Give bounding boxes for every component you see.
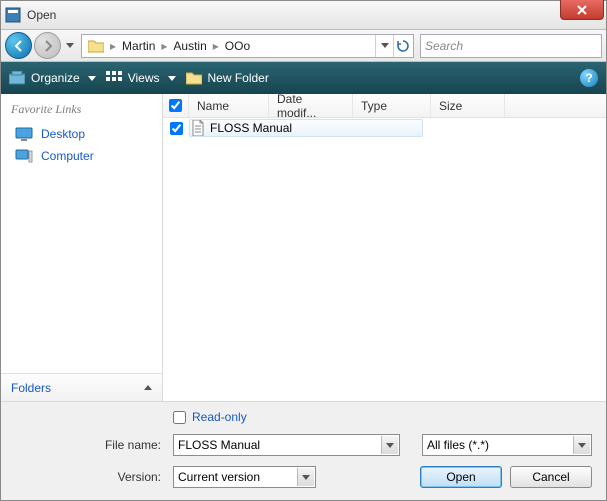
organize-icon [9, 71, 25, 85]
filename-label: File name: [15, 438, 165, 452]
footer: Read-only File name: FLOSS Manual All fi… [1, 401, 606, 500]
window-title: Open [27, 8, 56, 22]
column-type[interactable]: Type [353, 94, 431, 117]
filename-input[interactable]: FLOSS Manual [173, 434, 400, 456]
back-button[interactable] [5, 32, 32, 59]
organize-button[interactable]: Organize [9, 71, 96, 85]
new-folder-button[interactable]: New Folder [186, 71, 269, 85]
search-input[interactable]: Search [420, 34, 602, 58]
chevron-down-icon [168, 76, 176, 81]
sidebar-item-computer[interactable]: Computer [1, 145, 162, 167]
readonly-row: Read-only [15, 410, 592, 424]
app-icon [5, 7, 21, 23]
version-label: Version: [15, 470, 165, 484]
breadcrumb-1[interactable]: Austin [169, 39, 210, 53]
readonly-checkbox[interactable] [173, 411, 186, 424]
body: Favorite Links Desktop Computer Folders … [1, 94, 606, 401]
column-name[interactable]: Name [189, 94, 269, 117]
new-folder-icon [186, 71, 202, 85]
forward-button[interactable] [34, 32, 61, 59]
address-dropdown[interactable] [375, 35, 393, 57]
breadcrumb-sep-icon[interactable]: ▸ [108, 39, 118, 53]
toolbar: Organize Views New Folder ? [1, 62, 606, 94]
readonly-label: Read-only [192, 410, 247, 424]
help-button[interactable]: ? [580, 69, 598, 87]
select-all-checkbox[interactable] [169, 99, 182, 112]
open-dialog: Open ▸ Martin ▸ Austin ▸ OOo [0, 0, 607, 501]
breadcrumb-2[interactable]: OOo [221, 39, 254, 53]
favorites-header: Favorite Links [1, 94, 162, 123]
close-button[interactable] [560, 0, 604, 20]
file-row[interactable]: FLOSS Manual [163, 118, 606, 138]
views-icon [106, 71, 122, 85]
breadcrumb-sep-icon[interactable]: ▸ [211, 39, 221, 53]
column-size[interactable]: Size [431, 94, 505, 117]
sidebar-item-desktop[interactable]: Desktop [1, 123, 162, 145]
column-check[interactable] [163, 94, 189, 117]
views-button[interactable]: Views [106, 71, 176, 85]
chevron-down-icon [88, 76, 96, 81]
file-name: FLOSS Manual [210, 121, 292, 135]
folder-icon [88, 39, 104, 53]
column-headers: Name Date modif... Type Size [163, 94, 606, 118]
chevron-up-icon [144, 385, 152, 390]
version-select[interactable]: Current version [173, 466, 316, 488]
cancel-button[interactable]: Cancel [510, 466, 592, 488]
file-list-pane: Name Date modif... Type Size FLOSS Manua… [163, 94, 606, 401]
column-spacer [505, 94, 606, 117]
sidebar-item-label: Desktop [41, 127, 85, 141]
breadcrumb-0[interactable]: Martin [118, 39, 159, 53]
open-button[interactable]: Open [420, 466, 502, 488]
filetype-dropdown[interactable] [573, 436, 590, 454]
folders-toggle[interactable]: Folders [1, 373, 162, 401]
sidebar: Favorite Links Desktop Computer Folders [1, 94, 163, 401]
breadcrumb-sep-icon[interactable]: ▸ [159, 39, 169, 53]
filename-dropdown[interactable] [381, 436, 398, 454]
filetype-select[interactable]: All files (*.*) [422, 434, 592, 456]
desktop-icon [15, 127, 33, 141]
file-rows: FLOSS Manual [163, 118, 606, 401]
titlebar: Open [1, 1, 606, 30]
nav-history-dropdown[interactable] [63, 36, 77, 56]
address-bar[interactable]: ▸ Martin ▸ Austin ▸ OOo [81, 34, 414, 58]
document-icon [190, 120, 206, 136]
version-dropdown[interactable] [297, 468, 314, 486]
nav-row: ▸ Martin ▸ Austin ▸ OOo Search [1, 30, 606, 62]
column-date[interactable]: Date modif... [269, 94, 353, 117]
refresh-button[interactable] [393, 35, 411, 57]
file-checkbox[interactable] [170, 122, 183, 135]
computer-icon [15, 149, 33, 163]
sidebar-item-label: Computer [41, 149, 94, 163]
search-placeholder: Search [425, 39, 463, 53]
